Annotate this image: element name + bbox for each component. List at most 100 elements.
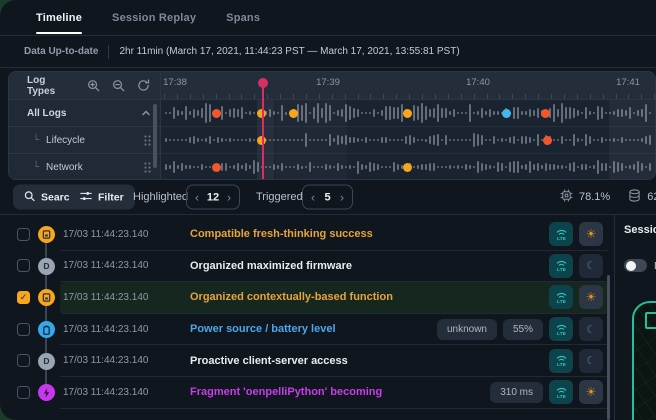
storage-metric: 62.3%: [628, 189, 656, 205]
log-marker[interactable]: [502, 109, 511, 118]
log-type-label: Lifecycle: [46, 135, 85, 146]
svg-text:LTE: LTE: [557, 394, 567, 400]
tab-timeline[interactable]: Timeline: [36, 0, 82, 35]
svg-text:LTE: LTE: [557, 267, 567, 273]
drag-handle-icon[interactable]: [144, 162, 151, 173]
triggered-prev-button[interactable]: ‹: [311, 191, 315, 203]
triggered-count: 5: [318, 191, 336, 203]
info-bar-separator: [108, 45, 109, 59]
log-marker[interactable]: [212, 163, 221, 172]
session-panel-title: Session: [624, 224, 656, 236]
system-metrics: 78.1% 62.3%: [560, 189, 656, 205]
moon-dark-mode-icon[interactable]: ☾: [579, 349, 603, 373]
log-row[interactable]: 17/03 11:44:23.140Compatible fresh-think…: [0, 219, 614, 251]
device-screen-element: [645, 312, 656, 329]
highlighted-next-button[interactable]: ›: [227, 191, 231, 203]
tab-spans[interactable]: Spans: [226, 0, 260, 35]
svg-text:LTE: LTE: [557, 362, 567, 368]
zoom-out-icon[interactable]: [112, 79, 125, 92]
log-timestamp: 17/03 11:44:23.140: [63, 355, 190, 366]
log-marker[interactable]: [257, 136, 266, 145]
log-marker[interactable]: [541, 109, 550, 118]
row-checkbox[interactable]: [17, 386, 30, 399]
log-marker[interactable]: [543, 136, 552, 145]
triggered-label: Triggered: [256, 191, 303, 203]
svg-text:LTE: LTE: [557, 331, 567, 337]
sun-brightness-icon[interactable]: ☀: [579, 285, 603, 309]
moon-dark-mode-icon[interactable]: ☾: [579, 254, 603, 278]
highlighted-prev-button[interactable]: ‹: [195, 191, 199, 203]
row-checkbox[interactable]: [17, 228, 30, 241]
database-icon: [628, 189, 641, 205]
highlighted-label: Highlighted: [133, 191, 188, 203]
row-badges: LTE ☾: [549, 254, 603, 278]
log-marker[interactable]: [289, 109, 298, 118]
log-row[interactable]: 17/03 11:44:23.140Fragment 'oenpelliPyth…: [0, 377, 614, 409]
log-message: Proactive client-server access: [190, 355, 549, 367]
log-marker[interactable]: [212, 109, 221, 118]
highlighted-stepper: ‹ 12 ›: [186, 185, 240, 210]
filter-button[interactable]: Filter: [69, 185, 135, 210]
tab-session-replay[interactable]: Session Replay: [112, 0, 196, 35]
timeline-panel: Log Types All Logs└Lifecycle└Network 17:…: [8, 71, 656, 180]
lte-network-icon[interactable]: LTE: [549, 380, 573, 404]
log-marker[interactable]: [257, 109, 266, 118]
row-checkbox[interactable]: [17, 354, 30, 367]
battery-icon: [38, 321, 55, 338]
time-tick-label: 17:39: [316, 77, 340, 88]
log-marker[interactable]: [403, 163, 412, 172]
log-message: Organized contextually-based function: [190, 291, 549, 303]
session-panel: Session Da: [614, 215, 656, 420]
refresh-icon[interactable]: [137, 79, 150, 92]
sun-brightness-icon[interactable]: ☀: [579, 222, 603, 246]
waveform-track-lifecycle[interactable]: [161, 127, 655, 154]
log-timestamp: 17/03 11:44:23.140: [63, 387, 190, 398]
log-row[interactable]: D17/03 11:44:23.140Organized maximized f…: [0, 251, 614, 283]
lte-network-icon[interactable]: LTE: [549, 349, 573, 373]
collapse-chevron-icon[interactable]: [141, 108, 151, 118]
lte-network-icon[interactable]: LTE: [549, 285, 573, 309]
svg-text:LTE: LTE: [557, 299, 567, 305]
device-preview-frame[interactable]: [632, 301, 656, 420]
log-row[interactable]: D17/03 11:44:23.140Proactive client-serv…: [0, 345, 614, 377]
waveform-track-network[interactable]: [161, 154, 655, 180]
log-message: Compatible fresh-thinking success: [190, 228, 549, 240]
log-marker[interactable]: [403, 109, 412, 118]
data-status-label: Data Up-to-date: [24, 46, 98, 57]
log-types-title: Log Types: [27, 75, 75, 97]
log-type-row-network[interactable]: └Network: [9, 154, 160, 180]
playhead-line[interactable]: [262, 80, 264, 179]
session-toggle[interactable]: [624, 259, 647, 272]
time-tick-label: 17:41: [616, 77, 640, 88]
row-checkbox[interactable]: [17, 259, 30, 272]
log-row-content: 17/03 11:44:23.140Compatible fresh-think…: [60, 219, 608, 251]
waveform-track-all-logs[interactable]: [161, 100, 655, 127]
log-row[interactable]: 17/03 11:44:23.140Power source / battery…: [0, 314, 614, 346]
log-type-row-lifecycle[interactable]: └Lifecycle: [9, 127, 160, 154]
sim-card-icon: [38, 226, 55, 243]
lte-network-icon[interactable]: LTE: [549, 254, 573, 278]
time-tick-label: 17:40: [466, 77, 490, 88]
triggered-next-button[interactable]: ›: [340, 191, 344, 203]
log-row[interactable]: ✓17/03 11:44:23.140Organized contextuall…: [0, 282, 614, 314]
sun-brightness-icon[interactable]: ☀: [579, 380, 603, 404]
row-badges: LTE ☾: [549, 349, 603, 373]
time-axis: 17:3817:3917:4017:41: [161, 72, 655, 100]
svg-text:LTE: LTE: [557, 236, 567, 242]
row-checkbox[interactable]: ✓: [17, 291, 30, 304]
log-types-scrollbar[interactable]: [153, 104, 157, 168]
lte-network-icon[interactable]: LTE: [549, 222, 573, 246]
info-bar: Data Up-to-date 2hr 11min (March 17, 202…: [0, 36, 656, 68]
row-checkbox[interactable]: [17, 323, 30, 336]
moon-dark-mode-icon[interactable]: ☾: [579, 317, 603, 341]
log-list-scrollbar[interactable]: [607, 275, 610, 420]
lte-network-icon[interactable]: LTE: [549, 317, 573, 341]
cpu-icon: [560, 189, 573, 205]
drag-handle-icon[interactable]: [144, 135, 151, 146]
highlighted-count: 12: [201, 191, 225, 203]
cpu-value: 78.1%: [579, 191, 610, 203]
playhead-handle[interactable]: [258, 78, 268, 88]
log-type-row-all-logs[interactable]: All Logs: [9, 100, 160, 127]
zoom-in-icon[interactable]: [87, 79, 100, 92]
waveform: [165, 127, 651, 153]
